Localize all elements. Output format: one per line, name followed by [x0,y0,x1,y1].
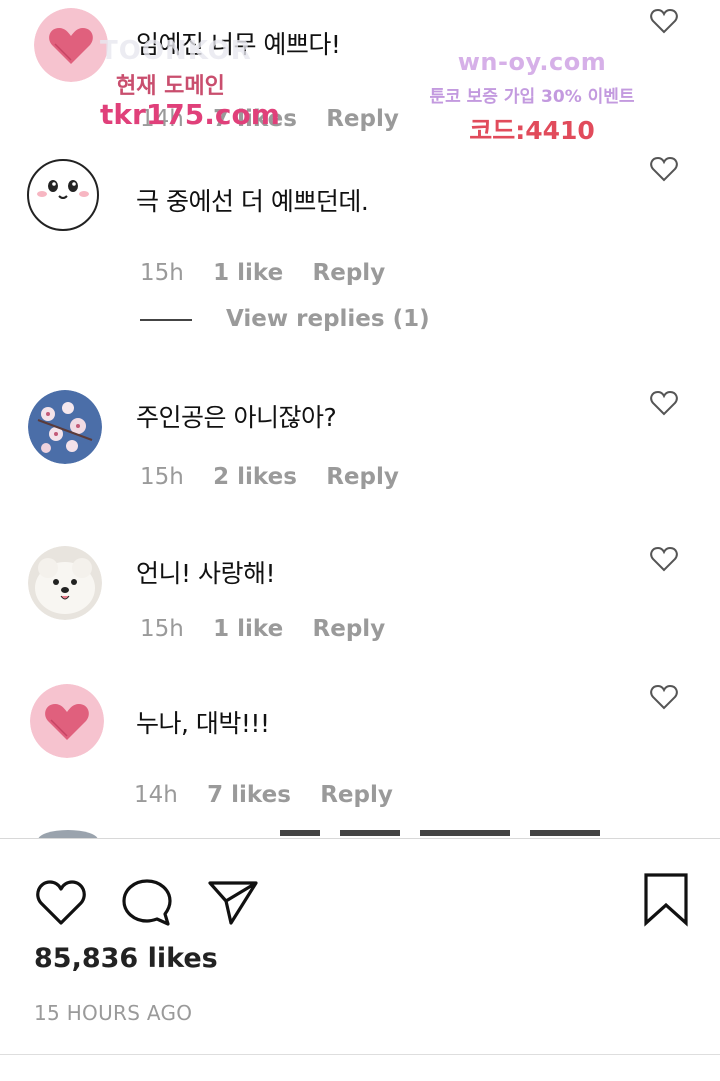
watermark-site: wn-oy.com [457,48,607,76]
send-icon[interactable] [206,877,260,927]
comment-likes[interactable]: 1 like [213,260,283,286]
comment-meta: 15h 2 likes Reply [140,464,421,490]
comment-time: 15h [140,464,184,490]
heart-icon[interactable] [650,546,678,574]
comment-time: 15h [140,260,184,286]
bookmark-icon[interactable] [642,873,690,927]
post-timestamp: 15 HOURS AGO [34,1001,193,1025]
view-replies-button[interactable]: View replies (1) [140,306,430,332]
reply-button[interactable]: Reply [326,464,399,490]
comment-likes[interactable]: 7 likes [207,782,291,808]
comment-list: 임예진 너무 예쁘다! 14h 7 likes Reply TOONKOR 현재… [0,0,720,838]
comment-text: 언니! 사랑해! [136,559,276,588]
comment-time: 15h [140,616,184,642]
post-likes-count[interactable]: 85,836 likes [34,943,218,974]
white-dog-avatar[interactable] [28,546,102,620]
heart-avatar[interactable] [34,8,108,82]
heart-icon[interactable] [34,877,88,927]
watermark-code: 코드:4410 [469,116,595,145]
heart-icon[interactable] [650,390,678,418]
comment-meta: 15h 1 like Reply [140,260,407,286]
post-action-bar: 85,836 likes 15 HOURS AGO [0,838,720,1081]
comment-likes[interactable]: 2 likes [213,464,297,490]
heart-icon[interactable] [650,8,678,36]
heart-avatar[interactable] [30,684,104,758]
comment-icon[interactable] [120,877,174,927]
cherry-blossom-avatar[interactable] [28,390,102,464]
reply-button[interactable]: Reply [313,260,386,286]
comment-time: 14h [134,782,178,808]
heart-icon[interactable] [650,684,678,712]
reply-button[interactable]: Reply [313,616,386,642]
reply-button[interactable]: Reply [320,782,393,808]
watermark-left: TOONKOR 현재 도메인 tkr175.com [100,36,280,131]
watermark-event: 툰코 보증 가입 30% 이벤트 [429,87,635,107]
heart-icon[interactable] [650,156,678,184]
watermark-domain: tkr175.com [100,98,280,131]
partial-comment-graphic [38,830,600,838]
watermark-right: wn-oy.com 툰코 보증 가입 30% 이벤트 코드:4410 [416,48,648,147]
comment-likes[interactable]: 1 like [213,616,283,642]
divider [0,1054,720,1055]
partial-comment [0,818,720,838]
comment-text: 주인공은 아니잖아? [136,403,337,432]
watermark-label: 현재 도메인 [116,74,225,99]
comment-meta: 14h 7 likes Reply [134,782,415,808]
view-replies-label: View replies (1) [226,306,430,332]
comment-meta: 15h 1 like Reply [140,616,407,642]
watermark-logo: TOONKOR [100,36,252,66]
cartoon-face-avatar[interactable] [26,158,100,232]
comment-text: 극 중에선 더 예쁘던데. [136,187,369,216]
replies-divider [140,318,192,321]
reply-button[interactable]: Reply [326,106,399,132]
comment-text: 누나, 대박!!! [136,709,270,738]
